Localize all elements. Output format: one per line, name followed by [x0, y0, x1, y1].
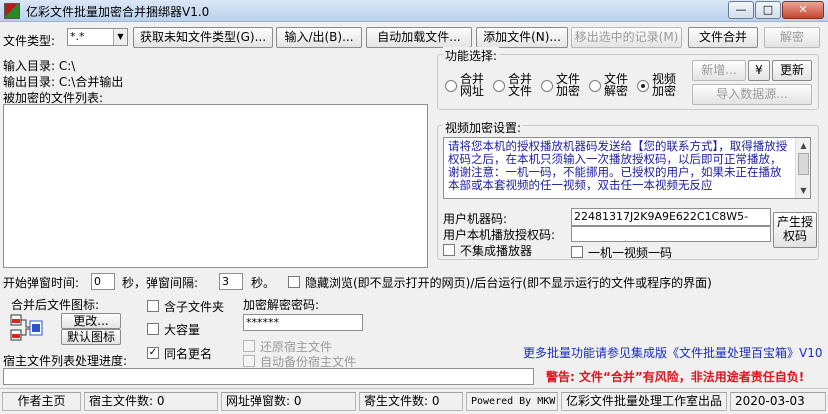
large-capacity-checkbox[interactable]	[147, 323, 159, 335]
video-notice-text[interactable]: 请将您本机的授权播放机器码发送给【您的联系方式】，取得播放授权码之后，在本机只须…	[443, 137, 811, 199]
minimize-button[interactable]: —	[728, 1, 754, 19]
new-button[interactable]: 新增...	[692, 60, 746, 81]
radio-merge-url-label: 合并 网址	[460, 72, 485, 98]
maximize-button[interactable]: □	[755, 1, 781, 19]
radio-file-decrypt-label: 文件 解密	[604, 72, 629, 98]
include-sub-checkbox[interactable]	[147, 300, 159, 312]
machine-code-label: 用户机器码:	[443, 212, 508, 226]
radio-video-encrypt-label: 视频 加密	[652, 72, 677, 98]
generate-auth-button[interactable]: 产生授权码	[773, 212, 817, 248]
window-title: 亿彩文件批量加密合并捆绑器V1.0	[26, 5, 210, 19]
no-player-label: 不集成播放器	[460, 244, 533, 258]
password-field[interactable]: ******	[243, 314, 363, 331]
powered-by: Powered By MKW	[466, 392, 558, 411]
radio-video-encrypt[interactable]	[637, 80, 649, 92]
encrypted-file-list[interactable]	[3, 104, 428, 268]
popup-start-field[interactable]: 0	[91, 273, 115, 290]
file-type-label: 文件类型:	[3, 34, 56, 48]
host-count: 宿主文件数: 0	[84, 392, 218, 411]
radio-merge-file-label: 合并 文件	[508, 72, 533, 98]
radio-merge-file[interactable]	[493, 80, 505, 92]
icon-label: 合并后文件图标:	[11, 298, 100, 312]
import-export-button[interactable]: 输入/出(B)...	[276, 27, 362, 48]
scroll-down-icon[interactable]: ▼	[797, 184, 810, 197]
output-dir: 输出目录: C:\合并输出	[3, 75, 124, 89]
close-button[interactable]: ✕	[782, 1, 824, 19]
studio-credit: 亿彩文件批量处理工作室出品	[561, 392, 727, 411]
video-settings-title: 视频加密设置:	[443, 119, 524, 136]
host-progress-label: 宿主文件列表处理进度:	[3, 354, 128, 368]
default-icon-button[interactable]: 默认图标	[61, 329, 121, 345]
merge-button[interactable]: 文件合并	[688, 27, 758, 48]
get-unknown-type-button[interactable]: 获取未知文件类型(G)...	[133, 27, 273, 48]
radio-merge-url[interactable]	[445, 80, 457, 92]
add-file-button[interactable]: 添加文件(N)...	[476, 27, 568, 48]
auth-code-label: 用户本机播放授权码:	[443, 228, 556, 242]
chevron-down-icon[interactable]: ▼	[113, 29, 127, 45]
decrypt-button[interactable]: 解密	[764, 27, 820, 48]
popup-interval-field[interactable]: 3	[219, 273, 243, 290]
app-icon	[4, 3, 20, 19]
password-label: 加密解密密码:	[243, 298, 320, 312]
popup-sec-label: 秒。	[251, 276, 276, 290]
author-home-link[interactable]: 作者主页	[2, 392, 81, 411]
hidden-browse-label: 隐藏浏览(即不显示打开的网页)/后台运行(即不显示运行的文件或程序的界面)	[305, 276, 712, 290]
import-data-source-button[interactable]: 导入数据源...	[692, 84, 812, 105]
parasite-count: 寄生文件数: 0	[359, 392, 463, 411]
url-popup-count: 网址弹窗数: 0	[221, 392, 356, 411]
change-icon-button[interactable]: 更改...	[61, 313, 121, 329]
radio-file-encrypt[interactable]	[541, 80, 553, 92]
popup-start-label: 开始弹窗时间:	[3, 276, 80, 290]
notice-scrollbar[interactable]: ▲ ▼	[795, 138, 810, 198]
no-player-checkbox[interactable]	[443, 244, 455, 256]
file-type-select[interactable]: *.* ▼	[67, 28, 128, 46]
file-type-value: *.*	[70, 30, 85, 43]
host-progress-bar	[3, 368, 534, 385]
scroll-thumb[interactable]	[798, 153, 809, 175]
one-machine-checkbox[interactable]	[571, 246, 583, 258]
warning-text: 警告: 文件“合并”有风险，非法用途者责任自负!	[546, 370, 805, 384]
auto-load-button[interactable]: 自动加载文件...	[366, 27, 472, 48]
auto-backup-checkbox[interactable]	[243, 355, 255, 367]
hidden-browse-checkbox[interactable]	[288, 276, 300, 288]
restore-host-checkbox[interactable]	[243, 340, 255, 352]
popup-interval-label: 秒，弹窗间隔:	[122, 276, 199, 290]
title-bar[interactable]: 亿彩文件批量加密合并捆绑器V1.0 — □ ✕	[0, 0, 828, 22]
main-window: 亿彩文件批量加密合并捆绑器V1.0 — □ ✕ 文件类型: *.* ▼ 获取未知…	[0, 0, 828, 414]
more-features-link[interactable]: 更多批量功能请参见集成版《文件批量处理百宝箱》V10	[523, 344, 822, 361]
build-date: 2020-03-03	[730, 392, 826, 411]
function-group-title: 功能选择:	[443, 47, 500, 64]
auth-code-field[interactable]	[571, 226, 771, 242]
include-sub-label: 含子文件夹	[164, 300, 225, 314]
machine-code-field[interactable]: 22481317J2K9A9E622C1C8W5-6D4W5	[571, 208, 771, 239]
scroll-up-icon[interactable]: ▲	[797, 139, 810, 152]
remove-selected-button[interactable]: 移出选中的记录(M)	[571, 27, 682, 48]
merge-file-icon	[10, 313, 44, 343]
one-machine-label: 一机一视频一码	[588, 246, 673, 260]
yen-button[interactable]: ¥	[748, 60, 770, 81]
video-notice-content: 请将您本机的授权播放机器码发送给【您的联系方式】，取得播放授权码之后，在本机只须…	[448, 139, 788, 192]
same-name-checkbox[interactable]: ✓	[147, 347, 159, 359]
radio-file-decrypt[interactable]	[589, 80, 601, 92]
large-capacity-label: 大容量	[164, 323, 201, 337]
radio-file-encrypt-label: 文件 加密	[556, 72, 581, 98]
input-dir: 输入目录: C:\	[3, 59, 76, 73]
same-name-label: 同名更名	[164, 347, 213, 361]
update-button[interactable]: 更新	[772, 60, 812, 81]
